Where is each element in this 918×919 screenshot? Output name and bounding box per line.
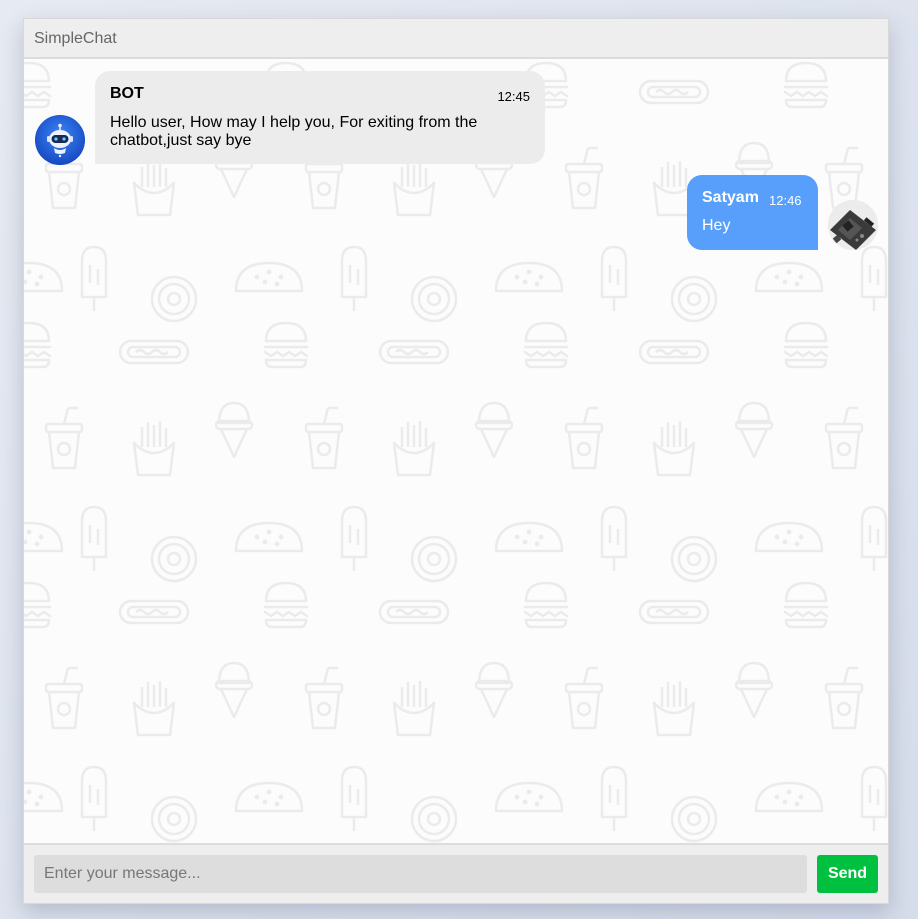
message-composer: Send bbox=[24, 843, 888, 903]
user-photo-icon bbox=[828, 200, 878, 250]
user-avatar bbox=[828, 200, 878, 250]
chat-messages-area[interactable]: BOT 12:45 Hello user, How may I help you… bbox=[24, 59, 888, 843]
message-input[interactable] bbox=[34, 855, 807, 893]
send-button[interactable]: Send bbox=[817, 855, 878, 893]
message-user: Satyam 12:46 Hey bbox=[24, 59, 888, 259]
message-time: 12:46 bbox=[769, 193, 802, 208]
message-sender-name: Satyam bbox=[702, 189, 759, 206]
chat-window: SimpleChat BOT 12:45 Hello user, How may… bbox=[23, 18, 889, 904]
message-text: Hey bbox=[702, 217, 731, 234]
app-title: SimpleChat bbox=[34, 30, 117, 47]
user-message-bubble: Satyam 12:46 Hey bbox=[687, 175, 818, 250]
chat-header: SimpleChat bbox=[24, 19, 888, 59]
